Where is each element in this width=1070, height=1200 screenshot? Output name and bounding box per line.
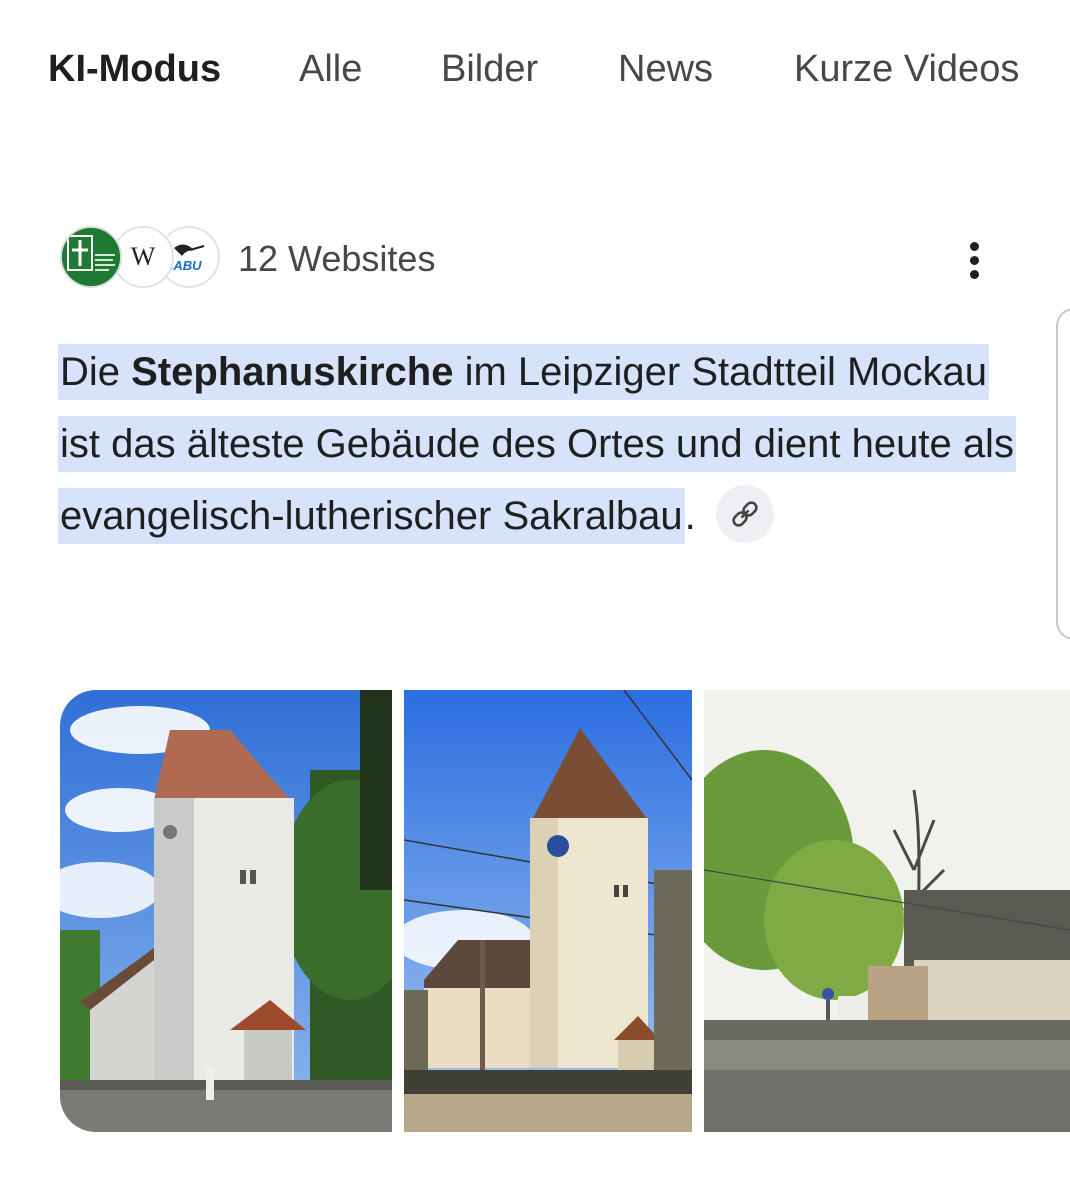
tab-alle[interactable]: Alle	[299, 48, 362, 91]
image-gallery	[60, 690, 1070, 1132]
answer-bold-term: Stephanuskirche	[131, 350, 454, 394]
tab-kurze-videos[interactable]: Kurze Videos	[794, 48, 1019, 91]
side-panel-edge[interactable]	[1056, 308, 1070, 640]
more-options-icon[interactable]	[956, 236, 996, 284]
sources-row[interactable]: W NABU 12 Websites	[60, 226, 1020, 294]
sources-count[interactable]: 12 Websites	[238, 238, 435, 280]
church-photo-1[interactable]	[60, 690, 392, 1132]
tab-bilder[interactable]: Bilder	[441, 48, 538, 91]
church-photo-2[interactable]	[404, 690, 692, 1132]
answer-text-start: Die	[60, 350, 132, 394]
link-icon	[732, 501, 758, 528]
ai-answer-text: Die Stephanuskirche im Leipziger Stadtte…	[58, 336, 1018, 552]
highlighted-text: Die Stephanuskirche im Leipziger Stadtte…	[58, 344, 1016, 544]
search-mode-tabs: KI-Modus Alle Bilder News Kurze Videos	[0, 44, 1070, 104]
church-photo-3[interactable]	[704, 690, 1070, 1132]
source-link-button[interactable]	[715, 485, 774, 544]
tab-ki-modus[interactable]: KI-Modus	[48, 48, 221, 91]
answer-period: .	[684, 494, 696, 538]
green-church-logo-icon	[60, 226, 122, 288]
tab-news[interactable]: News	[618, 48, 713, 91]
wikipedia-letter: W	[130, 242, 156, 271]
